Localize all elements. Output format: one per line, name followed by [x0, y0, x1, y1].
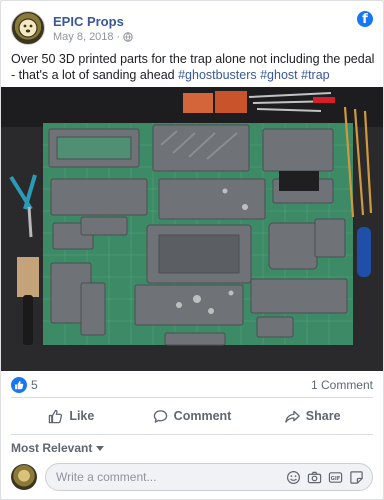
ghost-logo-icon [18, 18, 38, 38]
share-button[interactable]: Share [252, 401, 373, 431]
divider [11, 434, 373, 435]
like-button-label: Like [69, 409, 95, 423]
page-avatar[interactable] [11, 11, 45, 45]
comment-count[interactable]: 1 Comment [311, 378, 373, 392]
post-meta: May 8, 2018 · [53, 31, 133, 43]
page-name-link[interactable]: EPIC Props [53, 14, 124, 29]
comment-tools: GIF [286, 470, 364, 485]
share-arrow-icon [285, 410, 300, 423]
facebook-logo-icon[interactable]: f [357, 11, 373, 27]
svg-text:GIF: GIF [331, 476, 341, 482]
comment-sort-dropdown[interactable]: Most Relevant [11, 441, 105, 455]
post-photo[interactable] [1, 87, 383, 371]
reaction-counts: 5 1 Comment [11, 377, 373, 393]
post-actions: Like Comment Share [11, 401, 373, 431]
smiley-icon[interactable] [286, 470, 301, 485]
hashtag-ghostbusters[interactable]: #ghostbusters [178, 68, 257, 82]
comment-button-label: Comment [173, 409, 232, 423]
post-date[interactable]: May 8, 2018 [53, 31, 114, 43]
like-button[interactable]: Like [11, 401, 132, 431]
user-avatar[interactable] [11, 464, 37, 490]
sticker-icon[interactable] [349, 470, 364, 485]
divider [11, 397, 373, 398]
meta-separator: · [116, 31, 121, 43]
thumbs-up-icon [49, 409, 63, 423]
comment-composer: GIF [11, 463, 373, 491]
caret-down-icon [96, 445, 105, 451]
comment-box[interactable]: GIF [45, 463, 373, 491]
speech-bubble-icon [153, 409, 167, 423]
comment-input[interactable] [56, 470, 256, 484]
gif-icon[interactable]: GIF [328, 470, 343, 485]
facebook-post-card: EPIC Props May 8, 2018 · f Over 50 3D pr… [0, 0, 384, 500]
post-text: Over 50 3D printed parts for the trap al… [11, 51, 375, 83]
comment-button[interactable]: Comment [132, 401, 253, 431]
globe-icon [123, 32, 133, 42]
comment-sort-label: Most Relevant [11, 441, 93, 455]
thumbs-up-small-icon [15, 381, 24, 390]
trap-parts-photo [1, 87, 383, 371]
camera-icon[interactable] [307, 470, 322, 485]
hashtag-ghost[interactable]: #ghost [260, 68, 298, 82]
share-button-label: Share [305, 409, 341, 423]
hashtag-trap[interactable]: #trap [301, 68, 330, 82]
like-reaction-icon[interactable] [11, 377, 27, 393]
like-count[interactable]: 5 [31, 378, 38, 392]
post-header: EPIC Props May 8, 2018 · f [11, 11, 373, 45]
